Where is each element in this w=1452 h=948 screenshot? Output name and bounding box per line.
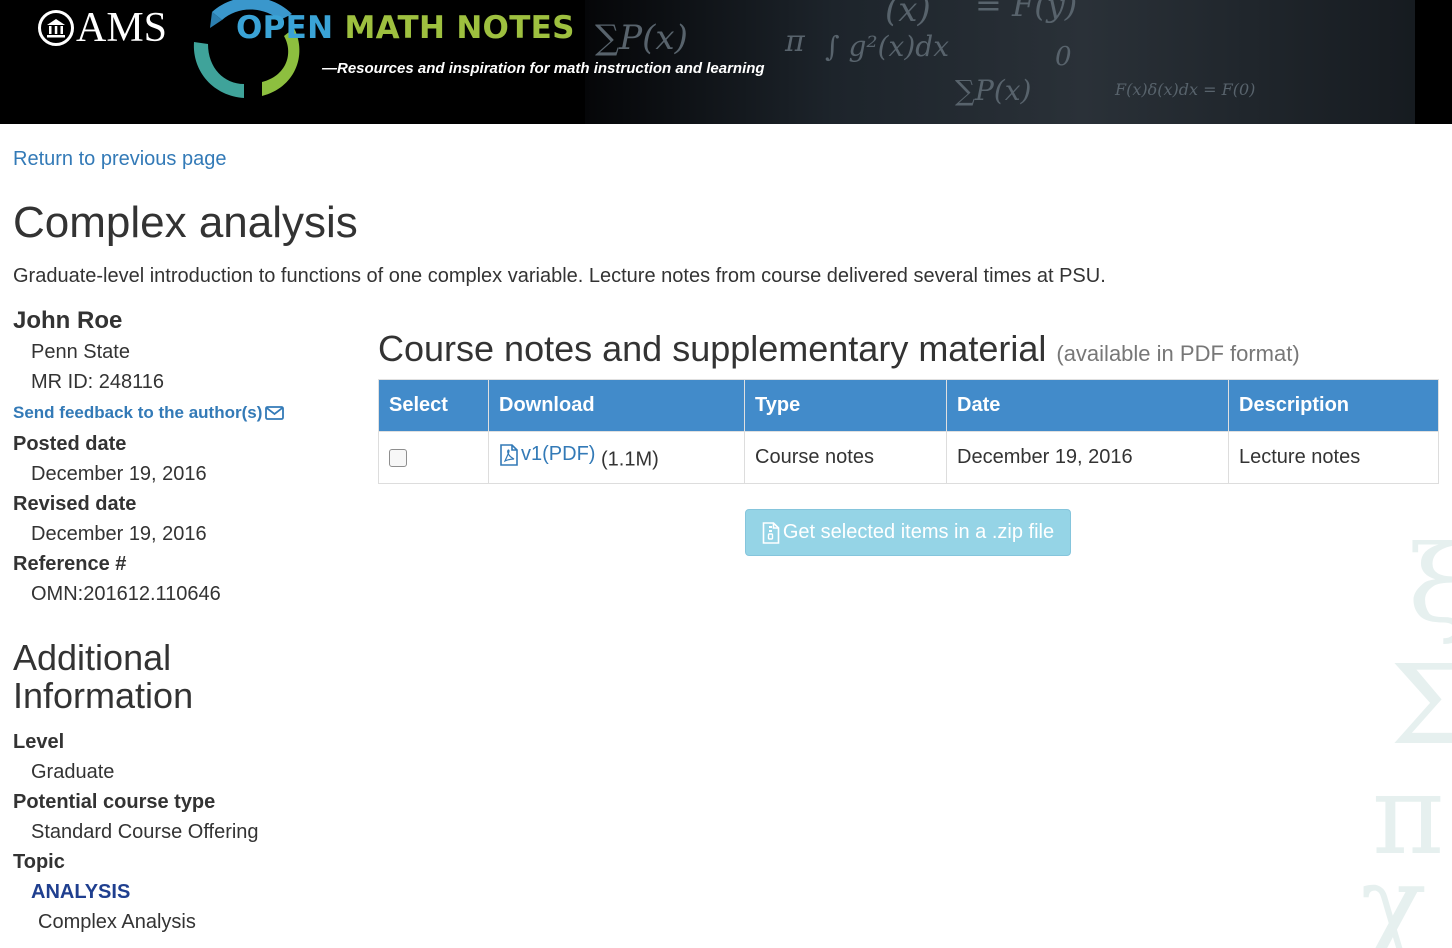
zip-file-icon	[762, 521, 780, 544]
download-pdf-link[interactable]: v1(PDF)	[499, 443, 595, 466]
reference-label: Reference #	[13, 553, 127, 575]
revised-date-label: Revised date	[13, 493, 137, 515]
author-name: John Roe	[13, 307, 123, 334]
posted-date-label: Posted date	[13, 433, 127, 455]
send-feedback-label: Send feedback to the author(s)	[13, 403, 263, 422]
ams-seal-icon	[38, 10, 74, 46]
reference-value: OMN:201612.110646	[31, 583, 221, 605]
brand-open-text: OPEN	[236, 10, 334, 46]
course-type-label: Potential course type	[13, 791, 216, 813]
get-zip-file-button[interactable]: Get selected items in a .zip file	[745, 509, 1071, 556]
course-notes-heading: Course notes and supplementary material …	[378, 326, 1300, 377]
send-feedback-link[interactable]: Send feedback to the author(s)	[13, 397, 343, 429]
site-banner: ∑P(x) π ∫ g²(x)dx (x) = F(y) 0 ∑P(x) F(x…	[0, 0, 1452, 124]
additional-information-heading: Additional Information	[13, 637, 194, 716]
page-title: Complex analysis	[13, 198, 358, 247]
banner-tagline: —Resources and inspiration for math inst…	[322, 60, 765, 77]
table-row: v1(PDF) (1.1M) Course notes December 19,…	[378, 431, 1439, 484]
type-cell: Course notes	[744, 431, 947, 484]
level-value: Graduate	[31, 761, 115, 783]
return-to-previous-page-link[interactable]: Return to previous page	[13, 145, 226, 173]
column-header-select: Select	[378, 379, 489, 432]
get-zip-file-label: Get selected items in a .zip file	[782, 521, 1055, 543]
brand-math-notes-text: MATH NOTES	[344, 10, 575, 46]
subtopic-complex-analysis: Complex Analysis	[38, 911, 196, 933]
column-header-download: Download	[488, 379, 745, 432]
author-affiliation: Penn State	[31, 341, 130, 363]
course-notes-table: Select Download Type Date Description v1…	[378, 379, 1439, 484]
revised-date-value: December 19, 2016	[31, 523, 207, 545]
topic-analysis-link[interactable]: ANALYSIS	[13, 877, 343, 907]
sidebar-details: John Roe Penn State MR ID: 248116 Send f…	[13, 305, 343, 937]
envelope-icon	[265, 406, 285, 420]
ams-logo[interactable]: AMS	[38, 6, 167, 50]
download-cell: v1(PDF) (1.1M)	[488, 431, 745, 484]
table-header-row: Select Download Type Date Description	[378, 379, 1439, 432]
ams-wordmark: AMS	[76, 5, 168, 51]
pdf-format-note: (available in PDF format)	[1056, 341, 1300, 366]
download-pdf-label: v1(PDF)	[521, 443, 596, 466]
pdf-file-icon	[500, 443, 518, 466]
column-header-description: Description	[1228, 379, 1439, 432]
level-label: Level	[13, 731, 65, 753]
date-cell: December 19, 2016	[946, 431, 1229, 484]
posted-date-value: December 19, 2016	[31, 463, 207, 485]
description-cell: Lecture notes	[1228, 431, 1439, 484]
column-header-type: Type	[744, 379, 947, 432]
select-cell	[378, 431, 489, 484]
select-checkbox[interactable]	[389, 448, 407, 467]
file-size: (1.1M)	[601, 448, 659, 471]
author-mr-id: MR ID: 248116	[31, 371, 165, 393]
decorative-greek-letters: ξ Σ π χ	[1360, 540, 1452, 948]
course-notes-title: Course notes and supplementary material	[378, 328, 1047, 369]
page-description: Graduate-level introduction to functions…	[13, 265, 1106, 287]
open-math-notes-wordmark[interactable]: OPEN MATH NOTES	[236, 8, 575, 48]
topic-label: Topic	[13, 851, 65, 873]
course-type-value: Standard Course Offering	[31, 821, 259, 843]
column-header-date: Date	[946, 379, 1229, 432]
